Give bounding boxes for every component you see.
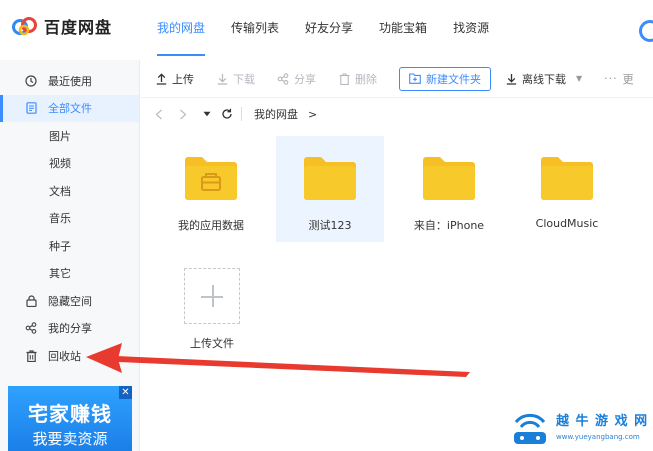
- watermark: 越 牛 游 戏 网 www.yueyangbang.com: [506, 406, 653, 451]
- red-annotation-arrow: [86, 343, 470, 377]
- watermark-text: 越 牛 游 戏 网: [556, 414, 649, 429]
- watermark-url: www.yueyangbang.com: [556, 433, 640, 441]
- watermark-logo-icon: [514, 413, 546, 444]
